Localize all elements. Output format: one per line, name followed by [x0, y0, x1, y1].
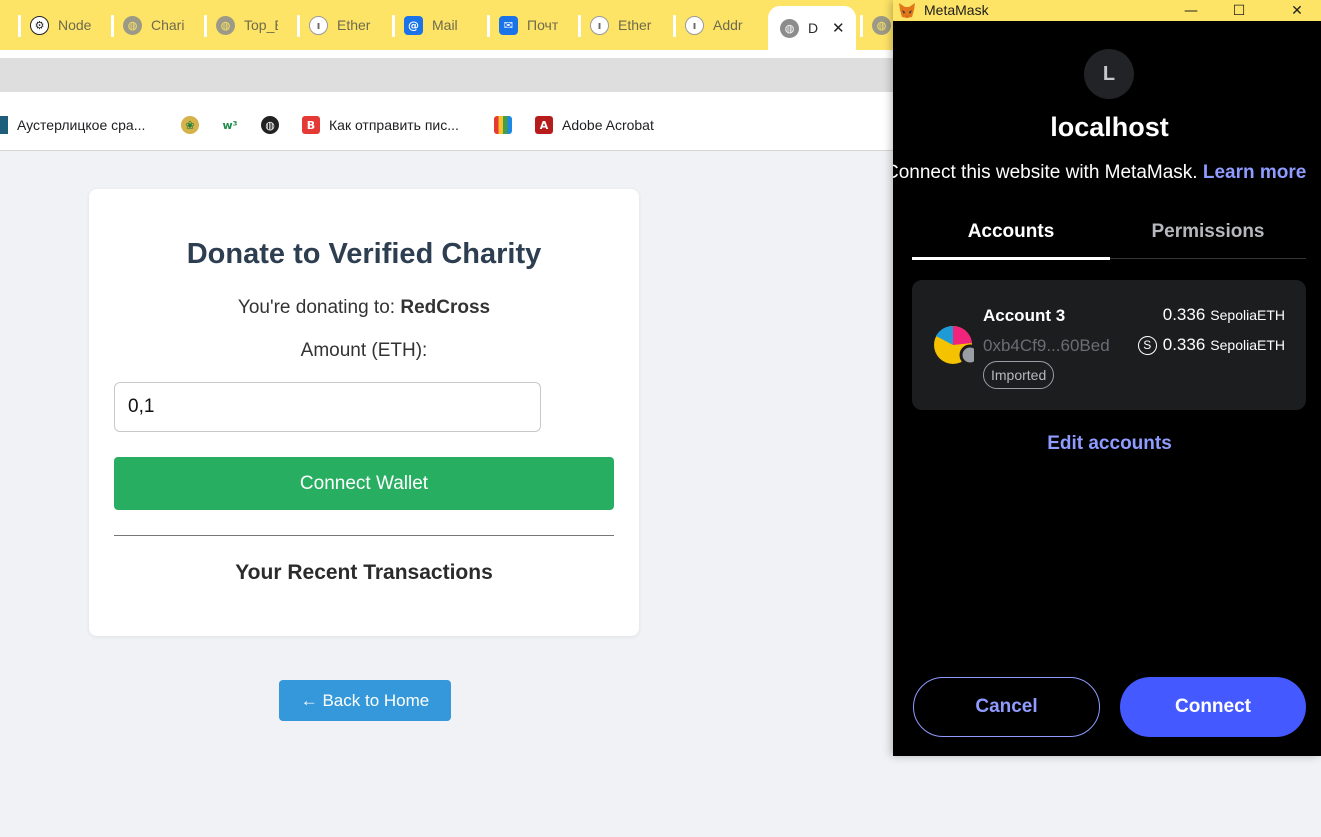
tab-title: Addr — [713, 17, 743, 33]
site-avatar: L — [1084, 49, 1134, 99]
bookmark-item[interactable]: ❀ — [181, 114, 208, 136]
mail-envelope-icon: ✉ — [499, 15, 518, 35]
donating-prefix: You're donating to: — [237, 297, 401, 318]
browser-tab[interactable]: ⚙ Node — [18, 6, 92, 44]
metamask-fox-icon — [899, 3, 915, 18]
books-icon — [494, 116, 512, 134]
browser-tab[interactable]: ◍ Chari — [111, 6, 185, 44]
tab-permissions[interactable]: Permissions — [1109, 221, 1307, 243]
bookmark-flag-icon — [0, 116, 8, 134]
tab-separator — [18, 15, 21, 37]
tab-separator — [111, 15, 114, 37]
mail-at-icon: @ — [404, 15, 423, 35]
globe-icon: ◍ — [780, 18, 799, 38]
account-balance: 0.336 SepoliaETH — [1163, 305, 1285, 325]
bookmark-item[interactable]: B Как отправить пис... — [302, 114, 459, 136]
tab-title: Top_E — [244, 17, 278, 33]
amount-label: Amount (ETH): — [300, 340, 428, 361]
bookmark-item[interactable]: w³ — [221, 114, 248, 136]
etherscan-icon: ı — [309, 15, 328, 35]
bookmark-item[interactable] — [494, 114, 521, 136]
browser-tab-active[interactable]: ◍ D ✕ — [768, 6, 856, 50]
tab-title: Ether — [337, 17, 371, 33]
close-icon[interactable]: ✕ — [1281, 0, 1313, 21]
back-to-home-button[interactable]: ← Back to Home — [279, 680, 451, 721]
account-card[interactable]: Account 3 0xb4Cf9...60Bed Imported 0.336… — [912, 280, 1306, 410]
tab-accounts[interactable]: Accounts — [912, 221, 1110, 243]
balance-value: 0.336 — [1162, 305, 1206, 324]
metamask-titlebar[interactable]: MetaMask — ☐ ✕ — [893, 0, 1321, 21]
site-host: localhost — [1050, 112, 1169, 142]
openai-icon: ⚙ — [30, 15, 49, 35]
bookmark-item[interactable]: Аустерлицкое сра... — [0, 114, 145, 136]
tab-active-indicator — [912, 257, 1110, 260]
connect-subtitle: Connect this website with MetaMask. Lear… — [893, 162, 1306, 184]
tab-title: Ether — [618, 17, 652, 33]
browser-tab[interactable]: ◍ — [860, 6, 891, 44]
globe-icon: ◍ — [123, 15, 142, 35]
tab-separator — [204, 15, 207, 37]
donating-to-text: You're donating to: RedCross — [89, 297, 639, 319]
tab-title: D — [808, 20, 818, 36]
account-name: Account 3 — [983, 306, 1066, 325]
bookmark-label: Как отправить пис... — [329, 117, 459, 133]
imported-badge: Imported — [983, 361, 1055, 389]
sepolia-network-icon: S — [1137, 335, 1157, 355]
tab-separator — [860, 15, 863, 37]
bookmark-item[interactable]: A Adobe Acrobat — [535, 114, 654, 136]
browser-tab[interactable]: ı Ether — [578, 6, 652, 44]
metamask-popup: MetaMask — ☐ ✕ L localhost Connect this … — [893, 0, 1321, 756]
balance-unit: SepoliaETH — [1210, 337, 1285, 353]
minimize-icon[interactable]: — — [1175, 0, 1207, 21]
browser-tab[interactable]: ✉ Почт — [487, 6, 561, 44]
browser-tab[interactable]: ı Ether — [297, 6, 371, 44]
tab-separator — [487, 15, 490, 37]
globe-icon: ◍ — [261, 116, 279, 134]
browser-tab[interactable]: ◍ Top_E — [204, 6, 278, 44]
red-b-icon: B — [302, 116, 320, 134]
tab-separator — [297, 15, 300, 37]
close-tab-icon[interactable]: ✕ — [832, 19, 845, 37]
account-network-balance: S 0.336 SepoliaETH — [1137, 335, 1285, 355]
balance-unit: SepoliaETH — [1210, 307, 1285, 323]
browser-tab[interactable]: ı Addr — [673, 6, 747, 44]
metamask-window-title: MetaMask — [924, 2, 989, 18]
tab-separator — [673, 15, 676, 37]
acrobat-icon: A — [535, 116, 553, 134]
tab-title: Chari — [151, 17, 185, 33]
learn-more-link[interactable]: Learn more — [1203, 162, 1306, 183]
globe-icon: ◍ — [872, 15, 891, 35]
connect-wallet-button[interactable]: Connect Wallet — [114, 457, 614, 510]
edit-accounts-link[interactable]: Edit accounts — [893, 433, 1321, 455]
connect-button[interactable]: Connect — [1120, 677, 1306, 737]
recent-transactions-heading: Your Recent Transactions — [235, 561, 493, 584]
connect-subtitle-text: Connect this website with MetaMask. — [893, 162, 1203, 183]
divider — [114, 535, 614, 536]
tab-title: Почт — [527, 17, 559, 33]
account-avatar-icon — [934, 326, 974, 366]
maximize-icon[interactable]: ☐ — [1223, 0, 1255, 21]
etherscan-icon: ı — [590, 15, 609, 35]
bookmark-item[interactable]: ◍ — [261, 114, 288, 136]
balance-value: 0.336 — [1162, 335, 1206, 354]
bookmark-label: Adobe Acrobat — [562, 117, 654, 133]
tab-title: Node — [58, 17, 92, 33]
coin-icon: ❀ — [181, 116, 199, 134]
tab-separator — [392, 15, 395, 37]
account-address: 0xb4Cf9...60Bed — [983, 336, 1110, 355]
w3-icon: w³ — [222, 118, 238, 132]
browser-tab[interactable]: @ Mail — [392, 6, 466, 44]
page-title: Donate to Verified Charity — [186, 238, 542, 270]
charity-name: RedCross — [400, 297, 491, 318]
cancel-button[interactable]: Cancel — [913, 677, 1100, 737]
tab-separator — [578, 15, 581, 37]
donation-card: Donate to Verified Charity You're donati… — [89, 189, 639, 636]
bookmark-label: Аустерлицкое сра... — [17, 117, 146, 133]
etherscan-icon: ı — [685, 15, 704, 35]
globe-icon: ◍ — [216, 15, 235, 35]
amount-input[interactable] — [114, 382, 541, 432]
tab-title: Mail — [432, 17, 458, 33]
